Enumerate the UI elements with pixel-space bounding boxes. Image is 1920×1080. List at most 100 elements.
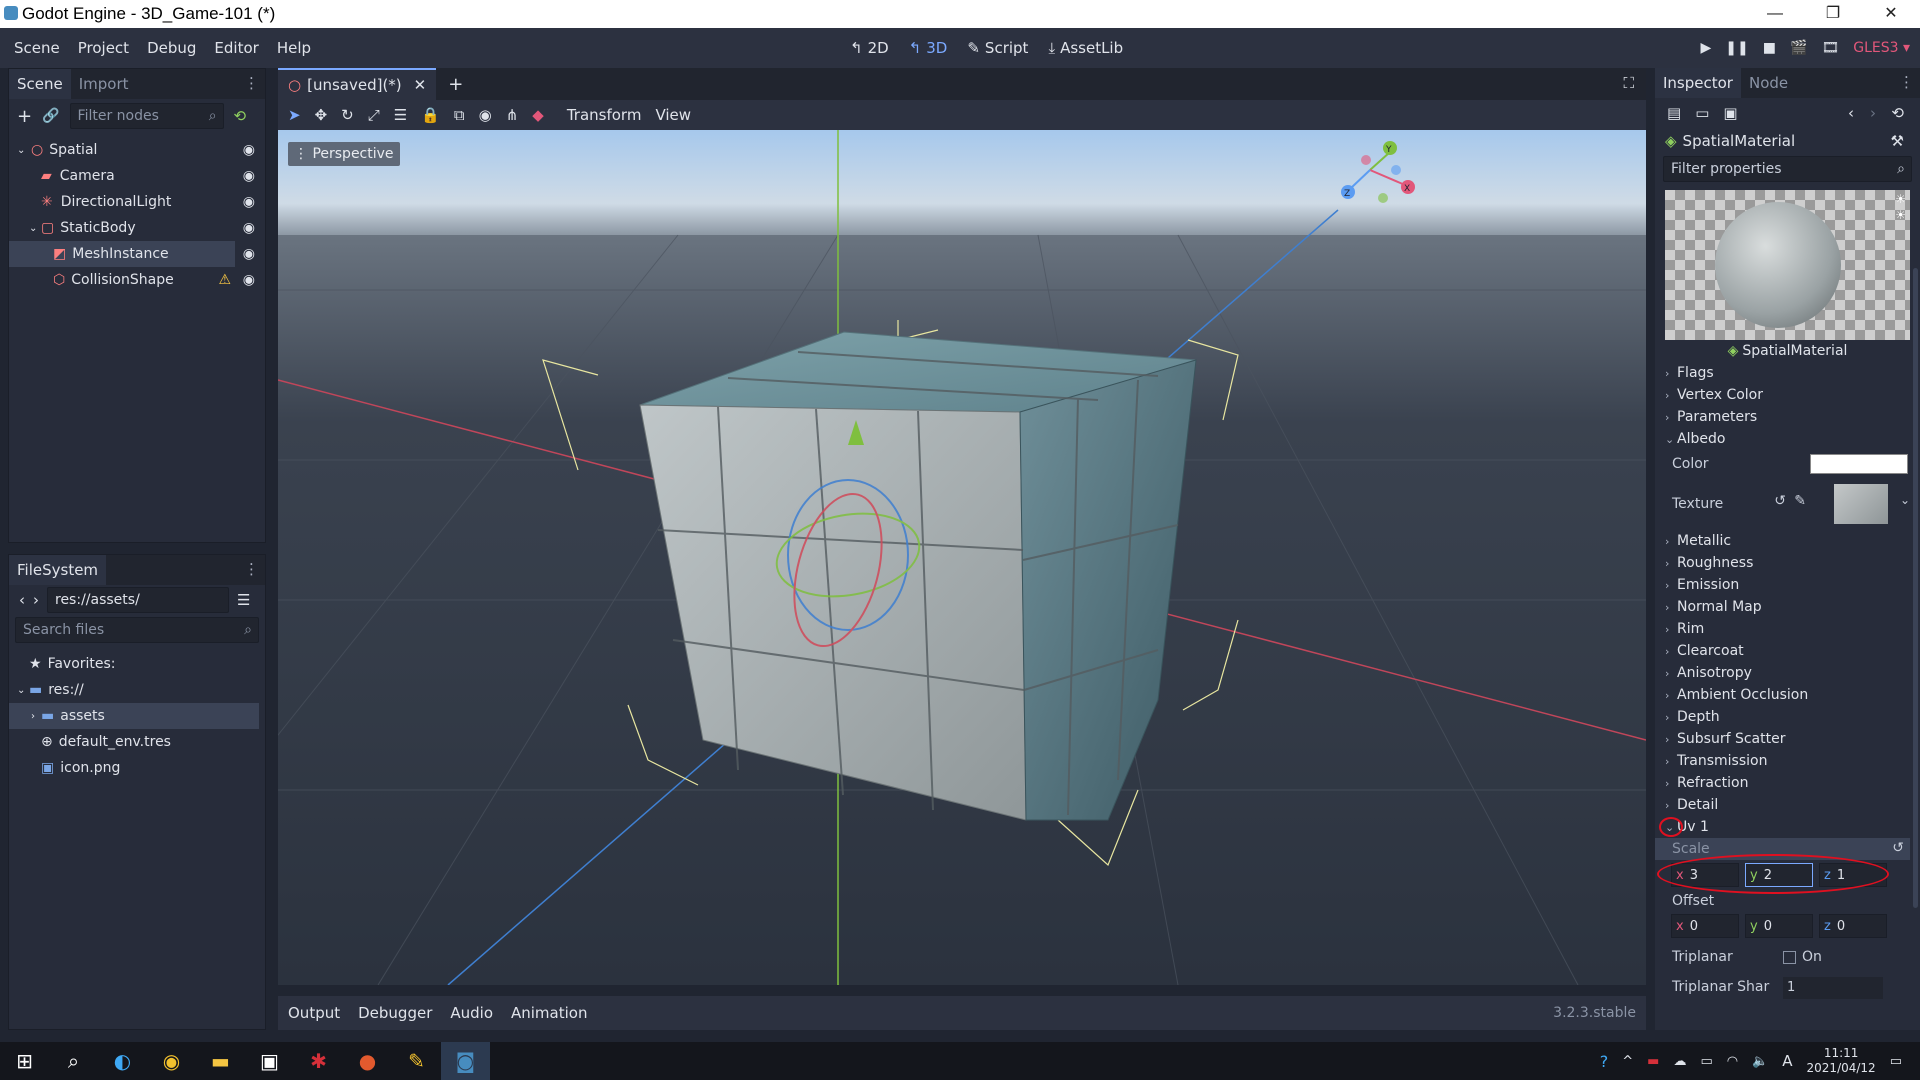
search-files-input[interactable]: Search files ⌕ [15,617,259,643]
tab-output[interactable]: Output [288,1004,340,1022]
workspace-3d-button[interactable]: ↰ 3D [909,39,948,57]
section-uv1[interactable]: ⌄ Uv 1 [1655,816,1920,838]
forward-arrow-icon[interactable]: › [33,591,39,609]
tab-import[interactable]: Import [71,69,137,99]
tool-app-icon[interactable]: ✎ [392,1049,441,1073]
reset-icon[interactable]: ↺ [1774,493,1786,509]
section-detail[interactable]: › Detail [1655,794,1920,816]
edit-texture-icon[interactable]: ✎ [1794,493,1806,509]
tab-filesystem[interactable]: FileSystem [9,555,107,585]
history-forward-icon[interactable]: › [1870,104,1876,122]
menu-help[interactable]: Help [268,39,320,57]
section-ambient-occlusion[interactable]: › Ambient Occlusion [1655,684,1920,706]
section-depth[interactable]: › Depth [1655,706,1920,728]
filter-nodes-input[interactable]: Filter nodes ⌕ [69,103,224,129]
file-item-default-env[interactable]: ⊕ default_env.tres [9,729,265,755]
file-item-assets[interactable]: › ▬ assets [9,703,259,729]
menu-scene[interactable]: Scene [5,39,69,57]
chevron-down-icon[interactable]: ⌄ [1900,493,1910,507]
path-field[interactable]: res://assets/ [47,587,229,613]
group-icon[interactable]: ⧉ [454,106,465,124]
section-parameters[interactable]: › Parameters [1655,406,1920,428]
tool-icon[interactable]: ⚒ [1891,132,1904,150]
collapse-arrow-icon[interactable]: ⌄ [17,145,31,156]
light-1-icon[interactable]: ☀ [1895,192,1906,206]
tree-node-staticbody[interactable]: ⌄ ▢ StaticBody ◉ [9,215,265,241]
tab-node[interactable]: Node [1741,68,1796,98]
tree-node-camera[interactable]: ▰ Camera ◉ [9,163,265,189]
section-clearcoat[interactable]: › Clearcoat [1655,640,1920,662]
section-anisotropy[interactable]: › Anisotropy [1655,662,1920,684]
select-tool-icon[interactable]: ➤ [288,106,301,124]
new-resource-icon[interactable]: ▤ [1667,104,1681,122]
list-select-icon[interactable]: ☰ [394,106,407,124]
file-explorer-icon[interactable]: ▬ [196,1049,245,1073]
close-window-button[interactable]: ✕ [1862,0,1920,28]
section-roughness[interactable]: › Roughness [1655,552,1920,574]
material-preview[interactable]: ☀ ☀ [1665,190,1910,340]
section-emission[interactable]: › Emission [1655,574,1920,596]
tree-node-spatial[interactable]: ⌄ ○ Spatial ◉ [9,137,265,163]
collapse-arrow-icon[interactable]: ⌄ [29,223,41,234]
visibility-eye-icon[interactable]: ◉ [243,272,255,288]
perspective-menu[interactable]: ⋮ Perspective [288,142,400,166]
visibility-eye-icon[interactable]: ◉ [243,246,255,262]
tab-inspector[interactable]: Inspector [1655,68,1741,98]
offset-z-field[interactable]: z0 [1819,914,1887,938]
history-back-icon[interactable]: ‹ [1848,104,1854,122]
camera-preview-icon[interactable]: ◆ [532,106,544,124]
file-item-favorites[interactable]: ★ Favorites: [9,651,265,677]
fullscreen-icon[interactable]: ⛶ [1623,74,1634,92]
expand-arrow-icon[interactable]: › [31,711,41,722]
tree-node-collisionshape[interactable]: ⬡ CollisionShape ⚠ ◉ [9,267,265,293]
filter-properties-input[interactable]: Filter properties ⌕ [1663,156,1912,182]
visibility-eye-icon[interactable]: ◉ [243,168,255,184]
tree-node-directional-light[interactable]: ✳ DirectionalLight ◉ [9,189,265,215]
add-tab-icon[interactable]: + [448,74,463,95]
notification-icon[interactable]: ▭ [1890,1054,1902,1069]
albedo-texture-thumbnail[interactable] [1834,484,1888,524]
color-app-icon[interactable]: ● [343,1049,392,1073]
tab-animation[interactable]: Animation [511,1004,587,1022]
triplanar-sharpness-field[interactable]: 1 [1783,977,1883,999]
stop-icon[interactable]: ■ [1763,40,1776,56]
volume-icon[interactable]: 🔈 [1752,1054,1768,1069]
offset-x-field[interactable]: x0 [1671,914,1739,938]
dock-menu-icon[interactable]: ⋮ [244,560,259,578]
transform-menu[interactable]: Transform [558,106,651,124]
tree-node-meshinstance[interactable]: ◩ MeshInstance ◉ [9,241,255,267]
dock-menu-icon[interactable]: ⋮ [1899,73,1914,91]
light-2-icon[interactable]: ☀ [1895,208,1906,222]
scale-tool-icon[interactable]: ⤢ [368,106,380,124]
lock-icon[interactable]: 🔒 [421,106,440,124]
section-normal-map[interactable]: › Normal Map [1655,596,1920,618]
ime-indicator[interactable]: A [1782,1052,1792,1070]
workspace-script-button[interactable]: ✎ Script [967,39,1028,57]
renderer-select[interactable]: GLES3 ▾ [1853,40,1910,56]
inspector-scrollbar[interactable] [1913,268,1918,908]
play-scene-icon[interactable]: 🎬 [1790,40,1807,56]
menu-editor[interactable]: Editor [205,39,267,57]
edge-browser-icon[interactable]: ◐ [98,1049,147,1073]
menu-debug[interactable]: Debug [138,39,205,57]
chrome-browser-icon[interactable]: ◉ [147,1049,196,1073]
game-app-icon[interactable]: ✱ [294,1049,343,1073]
tab-unsaved-scene[interactable]: ○ [unsaved](*) ✕ [278,68,437,100]
clock[interactable]: 11:11 2021/04/12 [1807,1046,1876,1076]
pause-icon[interactable]: ❚❚ [1725,40,1748,56]
help-icon[interactable]: ? [1600,1052,1609,1071]
reset-icon[interactable]: ↺ [1892,840,1904,856]
file-item-icon-png[interactable]: ▣ icon.png [9,755,265,781]
wifi-icon[interactable]: ◠ [1727,1054,1738,1069]
store-icon[interactable]: ▣ [245,1049,294,1073]
section-subsurf-scatter[interactable]: › Subsurf Scatter [1655,728,1920,750]
warning-icon[interactable]: ⚠ [218,272,231,288]
workspace-assetlib-button[interactable]: ⤓ AssetLib [1048,39,1123,57]
windows-start-icon[interactable]: ⊞ [0,1049,49,1073]
object-history-icon[interactable]: ⟲ [1891,104,1904,122]
godot-taskbar-icon[interactable]: ◙ [441,1042,490,1080]
battery-icon[interactable]: ▭ [1700,1054,1712,1069]
chevron-up-icon[interactable]: ^ [1622,1054,1633,1069]
tab-audio[interactable]: Audio [450,1004,493,1022]
view-menu[interactable]: View [646,106,700,124]
